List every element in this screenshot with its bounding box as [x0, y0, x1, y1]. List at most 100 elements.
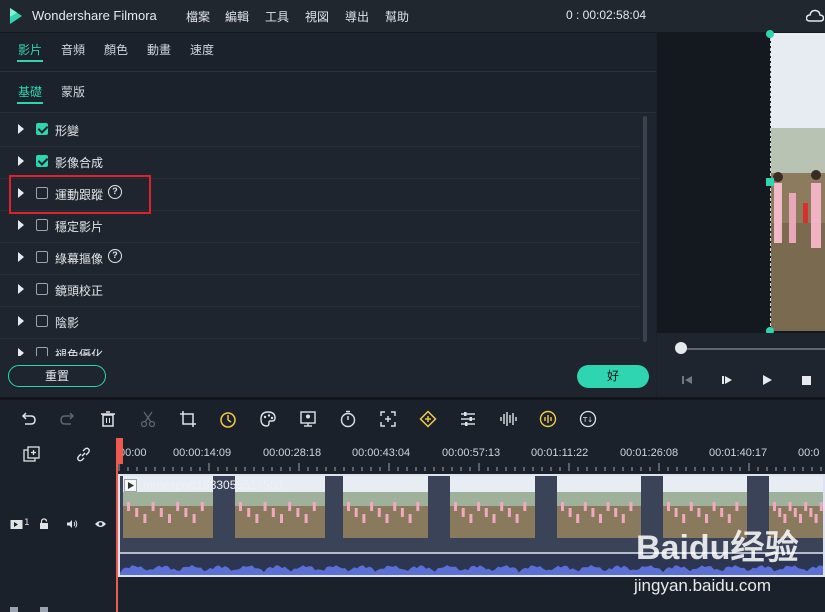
ruler-ticks	[118, 463, 822, 471]
thumb-figure	[720, 508, 724, 517]
expand-arrow-icon[interactable]	[18, 316, 24, 326]
menu-export[interactable]: 導出	[345, 8, 369, 25]
thumb-figure	[477, 502, 481, 511]
green-screen-icon[interactable]	[299, 410, 317, 428]
effect-label: 鏡頭校正	[55, 284, 104, 298]
thumb-figure	[400, 508, 404, 517]
expand-arrow-icon[interactable]	[18, 156, 24, 166]
effect-row-fade[interactable]: 褪色優化	[0, 338, 640, 356]
thumb-figure	[416, 502, 420, 511]
delete-icon[interactable]	[99, 410, 117, 428]
expand-arrow-icon[interactable]	[18, 220, 24, 230]
clip-name: mmexport1633055517503	[143, 478, 284, 492]
thumb-figure	[200, 502, 204, 511]
thumb-figure	[296, 508, 300, 517]
tab-color[interactable]: 顏色	[104, 41, 128, 58]
play-icon[interactable]	[760, 373, 774, 387]
thumb-figure	[809, 508, 813, 517]
previous-frame-icon[interactable]	[680, 373, 694, 387]
playback-scrubber[interactable]	[675, 342, 687, 354]
lock-icon[interactable]	[39, 518, 49, 530]
adjust-icon[interactable]	[459, 410, 477, 428]
fit-to-screen-icon[interactable]	[379, 410, 397, 428]
checkbox-stabilization[interactable]	[36, 219, 48, 231]
undo-icon[interactable]	[19, 410, 37, 428]
subtab-mask[interactable]: 蒙版	[61, 83, 85, 100]
thumb-figure	[461, 508, 465, 517]
crop-icon[interactable]	[179, 410, 197, 428]
expand-arrow-icon[interactable]	[18, 124, 24, 134]
checkbox-lens-correction[interactable]	[36, 283, 48, 295]
thumb-figure	[239, 502, 242, 511]
keyframe-icon[interactable]	[419, 410, 437, 428]
expand-arrow-icon[interactable]	[18, 252, 24, 262]
playhead[interactable]	[116, 438, 118, 612]
panel-scrollbar[interactable]	[643, 116, 647, 342]
add-track-icon[interactable]	[23, 446, 40, 463]
effect-row-chroma-key[interactable]: 綠幕摳像 ?	[0, 242, 640, 275]
expand-arrow-icon[interactable]	[18, 284, 24, 294]
tab-audio[interactable]: 音頻	[61, 41, 85, 58]
cut-icon[interactable]	[139, 410, 157, 428]
speed-icon[interactable]	[219, 410, 237, 428]
audio-ducking-icon[interactable]	[539, 410, 557, 428]
playhead-handle[interactable]	[116, 438, 123, 464]
cloud-icon[interactable]	[806, 9, 824, 22]
ruler-label: 00:00:57:13	[442, 447, 501, 459]
help-icon[interactable]: ?	[108, 249, 122, 263]
thumb-sky	[769, 476, 823, 492]
menu-file[interactable]: 檔案	[186, 8, 210, 25]
effect-label: 穩定影片	[55, 220, 104, 234]
thumb-figure	[377, 508, 381, 517]
checkbox-transform[interactable]	[36, 123, 48, 135]
thumb-sky	[557, 476, 641, 492]
redo-icon[interactable]	[59, 410, 77, 428]
link-icon[interactable]	[75, 446, 92, 463]
checkbox-compositing[interactable]	[36, 155, 48, 167]
svg-text:T↓: T↓	[582, 416, 593, 424]
thumb-figure	[484, 508, 488, 517]
subtab-basic[interactable]: 基礎	[18, 83, 42, 100]
thumb-figure	[814, 514, 818, 523]
next-frame-icon[interactable]	[720, 373, 734, 387]
thumb-figure	[159, 508, 163, 517]
preview-frame[interactable]	[770, 33, 825, 331]
menu-edit[interactable]: 編輯	[225, 8, 249, 25]
color-palette-icon[interactable]	[259, 410, 277, 428]
menu-help[interactable]: 幫助	[385, 8, 409, 25]
thumb-figure	[151, 502, 155, 511]
thumb-figure	[515, 514, 519, 523]
ruler-label: 00:00:43:04	[352, 447, 411, 459]
checkbox-shadow[interactable]	[36, 315, 48, 327]
speech-to-text-icon[interactable]: T↓	[579, 410, 597, 428]
effect-row-lens-correction[interactable]: 鏡頭校正	[0, 274, 640, 307]
checkbox-chroma-key[interactable]	[36, 251, 48, 263]
transform-handle[interactable]	[765, 177, 775, 187]
timer-icon[interactable]	[339, 410, 357, 428]
playback-progress[interactable]	[681, 348, 825, 350]
thumb-figure	[697, 508, 701, 517]
tab-speed[interactable]: 速度	[190, 41, 214, 58]
effect-row-shadow[interactable]: 陰影	[0, 306, 640, 339]
thumb-trees	[663, 492, 747, 506]
thumb-figure	[263, 502, 267, 511]
audio-waveform-icon[interactable]	[499, 410, 517, 428]
ruler-label: 00:00	[119, 447, 147, 459]
effect-row-stabilization[interactable]: 穩定影片	[0, 210, 640, 243]
menu-view[interactable]: 視図	[305, 8, 329, 25]
effect-row-transform[interactable]: 形變	[0, 114, 640, 147]
visibility-eye-icon[interactable]	[94, 519, 107, 529]
stop-icon[interactable]	[800, 373, 814, 387]
checkbox-fade[interactable]	[36, 347, 48, 356]
menu-tools[interactable]: 工具	[265, 8, 289, 25]
transform-handle[interactable]	[765, 29, 775, 39]
thumb-figure	[507, 508, 511, 517]
ok-button[interactable]: 好	[577, 365, 649, 388]
reset-button[interactable]: 重置	[8, 365, 106, 387]
tab-video[interactable]: 影片	[18, 41, 42, 58]
thumb-figure	[561, 502, 564, 511]
effect-label: 形變	[55, 124, 80, 138]
expand-arrow-icon[interactable]	[18, 348, 24, 356]
tab-animation[interactable]: 動畫	[147, 41, 171, 58]
volume-icon[interactable]	[66, 519, 78, 529]
